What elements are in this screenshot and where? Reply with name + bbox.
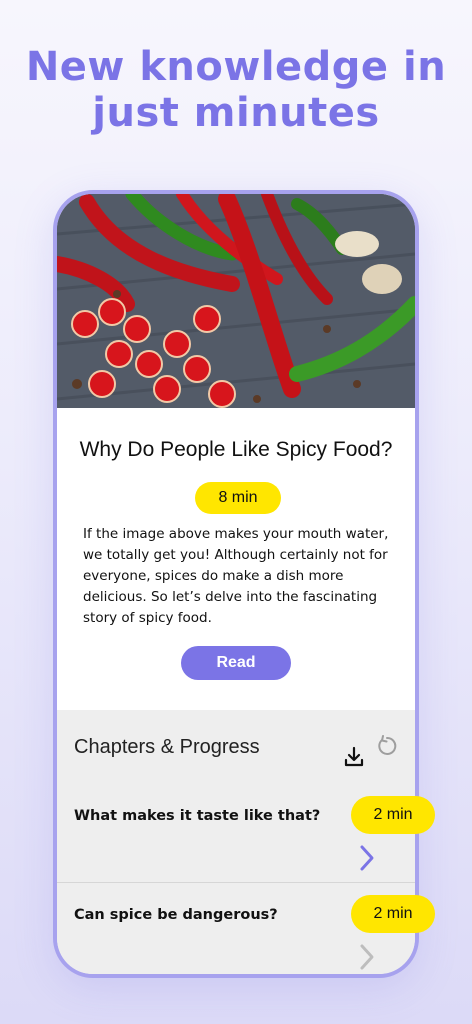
chevron-right-icon[interactable] <box>357 943 377 974</box>
article-description: If the image above makes your mouth wate… <box>83 526 389 626</box>
article-card: Why Do People Like Spicy Food? 8 min If … <box>57 408 415 710</box>
reset-icon[interactable] <box>375 734 399 762</box>
headline: New knowledge in just minutes <box>0 44 472 136</box>
chapters-header: Chapters & Progress <box>57 710 415 785</box>
chapter-label: Can spice be dangerous? <box>74 907 278 923</box>
headline-line-1: New knowledge in <box>25 44 447 90</box>
read-button[interactable]: Read <box>181 646 291 680</box>
chapter-duration-badge: 2 min <box>351 796 435 834</box>
chevron-right-icon[interactable] <box>357 844 377 876</box>
hero-image-chili-peppers <box>57 194 415 408</box>
duration-badge: 8 min <box>195 482 281 514</box>
headline-line-2: just minutes <box>92 90 380 136</box>
download-icon[interactable] <box>343 746 365 772</box>
phone-frame: Why Do People Like Spicy Food? 8 min If … <box>53 190 419 978</box>
chapter-label: What makes it taste like that? <box>74 808 321 824</box>
article-title: Why Do People Like Spicy Food? <box>79 438 393 461</box>
chapters-title: Chapters & Progress <box>74 736 260 758</box>
chapter-duration-badge: 2 min <box>351 895 435 933</box>
